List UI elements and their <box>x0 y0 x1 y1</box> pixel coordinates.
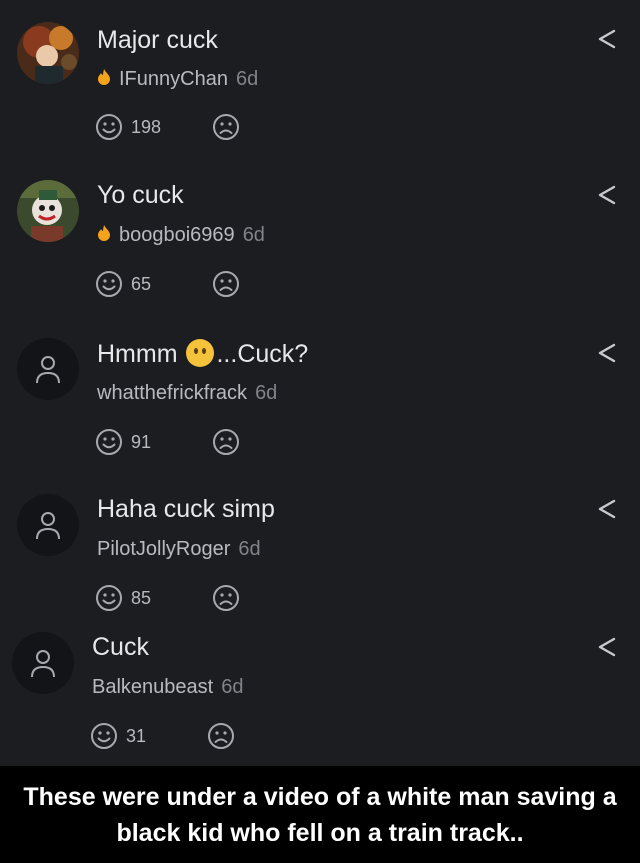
smile-reaction-button[interactable]: 91 <box>95 428 151 456</box>
share-button[interactable] <box>596 184 618 211</box>
smile-reaction-button[interactable]: 65 <box>95 270 151 298</box>
like-count: 31 <box>126 725 147 746</box>
share-button[interactable] <box>596 28 618 55</box>
timestamp: 6d <box>255 382 278 404</box>
frown-icon <box>213 114 239 140</box>
comment-meta: boogboi6969 6d <box>97 224 265 247</box>
comment-meta: PilotJollyRoger 6d <box>97 538 261 561</box>
like-count: 91 <box>131 431 152 452</box>
share-icon <box>598 29 616 49</box>
frown-icon <box>213 429 239 455</box>
flame-icon <box>97 68 111 91</box>
timestamp: 6d <box>242 224 265 246</box>
comment-text: Yo cuck <box>97 181 184 209</box>
comment-text: Haha cuck simp <box>97 495 275 523</box>
smile-icon <box>96 271 122 297</box>
avatar[interactable] <box>12 632 74 694</box>
share-icon <box>598 343 616 363</box>
comment-meta: IFunnyChan 6d <box>97 68 258 91</box>
smile-reaction-button[interactable]: 31 <box>90 722 146 750</box>
frown-reaction-button[interactable] <box>207 722 235 750</box>
smile-reaction-button[interactable]: 198 <box>95 113 161 141</box>
timestamp: 6d <box>238 538 261 560</box>
comment-meta: Balkenubeast 6d <box>92 676 243 699</box>
frown-reaction-button[interactable] <box>212 428 240 456</box>
avatar[interactable] <box>17 22 79 84</box>
comment-meta: whatthefrickfrack 6d <box>97 382 277 405</box>
avatar[interactable] <box>17 338 79 400</box>
username-link[interactable]: IFunnyChan <box>119 68 228 91</box>
smile-icon <box>96 114 122 140</box>
comment-text: Cuck <box>92 633 149 661</box>
avatar[interactable] <box>17 494 79 556</box>
caption-text: These were under a video of a white man … <box>23 783 617 847</box>
like-count: 85 <box>131 587 152 608</box>
frown-reaction-button[interactable] <box>212 584 240 612</box>
smile-icon <box>96 429 122 455</box>
share-button[interactable] <box>596 342 618 369</box>
username-link[interactable]: Balkenubeast <box>92 676 213 699</box>
frown-icon <box>213 271 239 297</box>
username-link[interactable]: whatthefrickfrack <box>97 382 247 405</box>
caption-banner: These were under a video of a white man … <box>0 766 640 863</box>
thinking-face-icon <box>186 339 215 367</box>
smile-icon <box>91 723 117 749</box>
avatar[interactable] <box>17 180 79 242</box>
frown-reaction-button[interactable] <box>212 113 240 141</box>
flame-icon <box>97 224 111 247</box>
smile-icon <box>96 585 122 611</box>
comment-text: Hmmm ...Cuck? <box>97 339 308 369</box>
timestamp: 6d <box>221 676 244 698</box>
comment-text: Major cuck <box>97 26 218 54</box>
user-icon <box>36 356 60 384</box>
share-icon <box>598 499 616 519</box>
share-button[interactable] <box>596 636 618 663</box>
frown-reaction-button[interactable] <box>212 270 240 298</box>
share-button[interactable] <box>596 498 618 525</box>
user-icon <box>36 512 60 540</box>
smile-reaction-button[interactable]: 85 <box>95 584 151 612</box>
comment-text-part: Hmmm <box>97 340 185 368</box>
share-icon <box>598 185 616 205</box>
comment-text-part: ...Cuck? <box>216 340 309 368</box>
frown-icon <box>213 585 239 611</box>
user-icon <box>31 650 55 678</box>
like-count: 65 <box>131 273 152 294</box>
username-link[interactable]: boogboi6969 <box>119 224 235 247</box>
share-icon <box>598 637 616 657</box>
username-link[interactable]: PilotJollyRoger <box>97 538 230 561</box>
like-count: 198 <box>131 116 162 137</box>
frown-icon <box>208 723 234 749</box>
timestamp: 6d <box>235 68 259 90</box>
